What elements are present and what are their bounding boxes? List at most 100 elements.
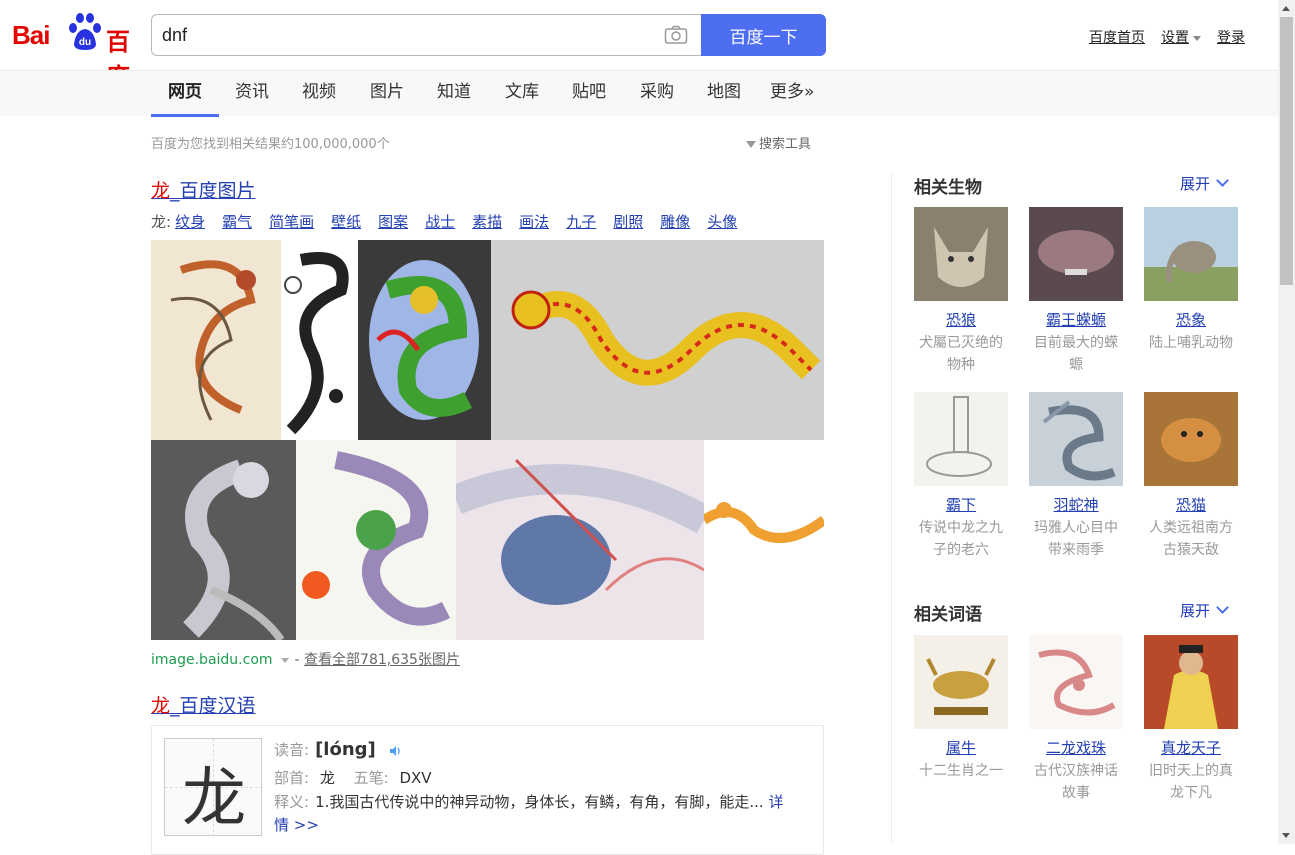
- dragon-image[interactable]: [151, 440, 296, 640]
- related-name[interactable]: 恐狼: [914, 309, 1008, 330]
- related-name[interactable]: 霸王蝾螈: [1029, 309, 1123, 330]
- header: Bai du 百度 百度一下 百度首页 设置 登录: [0, 0, 1278, 91]
- related-words-heading: 相关词语: [914, 605, 982, 625]
- related-image[interactable]: [1029, 207, 1123, 301]
- filter-icon: [746, 141, 756, 148]
- related-name[interactable]: 羽蛇神: [1029, 494, 1123, 515]
- expand-button[interactable]: 展开: [1180, 600, 1229, 621]
- related-image[interactable]: [914, 635, 1008, 729]
- scroll-up-icon[interactable]: [1282, 6, 1290, 11]
- tab-web[interactable]: 网页: [151, 71, 219, 117]
- related-image[interactable]: [1029, 392, 1123, 486]
- chevron-down-icon: [1216, 601, 1229, 614]
- top-links: 百度首页 设置 登录: [1089, 27, 1245, 47]
- tab-images[interactable]: 图片: [370, 71, 404, 117]
- related-image[interactable]: [1144, 207, 1238, 301]
- related-name[interactable]: 霸下: [914, 494, 1008, 515]
- dragon-image[interactable]: [358, 240, 491, 440]
- related-image[interactable]: [1029, 635, 1123, 729]
- radical-value: 龙: [319, 769, 335, 787]
- tab-news[interactable]: 资讯: [235, 71, 269, 117]
- tab-zhidao[interactable]: 知道: [437, 71, 471, 117]
- tab-tieba[interactable]: 贴吧: [572, 71, 606, 117]
- result-title-images[interactable]: 龙_百度图片: [151, 176, 256, 203]
- chevron-down-icon: [1193, 35, 1201, 41]
- pronunciation-row: 读音: [lóng]: [274, 739, 401, 760]
- wubi-label: 五笔:: [353, 769, 389, 787]
- character-box: 龙: [164, 738, 263, 837]
- related-name[interactable]: 恐象: [1144, 309, 1238, 330]
- tag-link[interactable]: 霸气: [222, 211, 252, 232]
- related-image[interactable]: [1144, 635, 1238, 729]
- tag-link[interactable]: 剧照: [613, 211, 643, 232]
- related-item[interactable]: 恐狼 犬屬已灭绝的物种: [914, 207, 1008, 376]
- camera-icon[interactable]: [664, 25, 688, 45]
- tag-link[interactable]: 头像: [707, 211, 737, 232]
- tag-link[interactable]: 素描: [472, 211, 502, 232]
- related-item[interactable]: 二龙戏珠 古代汉族神话故事: [1029, 635, 1123, 804]
- related-item[interactable]: 恐猫 人类远祖南方古猿天敌: [1144, 392, 1238, 561]
- related-desc: 人类远祖南方古猿天敌: [1149, 520, 1233, 558]
- expand-button[interactable]: 展开: [1180, 173, 1229, 194]
- dragon-image[interactable]: [151, 240, 281, 440]
- speaker-icon[interactable]: [389, 745, 401, 757]
- related-image[interactable]: [914, 392, 1008, 486]
- dragon-image[interactable]: [281, 240, 358, 440]
- search-button[interactable]: 百度一下: [701, 14, 826, 56]
- dragon-image[interactable]: [704, 440, 824, 640]
- link-settings[interactable]: 设置: [1161, 30, 1189, 46]
- def-label: 释义:: [274, 793, 310, 811]
- related-name[interactable]: 二龙戏珠: [1029, 737, 1123, 758]
- dragon-image[interactable]: [491, 240, 824, 440]
- tag-link[interactable]: 战士: [425, 211, 455, 232]
- search-tools[interactable]: 搜索工具: [746, 133, 811, 152]
- related-desc: 犬屬已灭绝的物种: [919, 335, 1003, 373]
- settings-menu[interactable]: 设置: [1161, 27, 1201, 47]
- tag-link[interactable]: 雕像: [660, 211, 690, 232]
- tag-link[interactable]: 九子: [566, 211, 596, 232]
- search-input[interactable]: [162, 23, 642, 47]
- tag-link[interactable]: 图案: [378, 211, 408, 232]
- related-item[interactable]: 霸王蝾螈 目前最大的蝾螈: [1029, 207, 1123, 376]
- scrollbar-thumb[interactable]: [1280, 17, 1293, 285]
- related-item[interactable]: 属牛 十二生肖之一: [914, 635, 1008, 782]
- related-item[interactable]: 真龙天子 旧时天上的真龙下凡: [1144, 635, 1238, 804]
- tag-link[interactable]: 纹身: [175, 211, 205, 232]
- tab-wenku[interactable]: 文库: [505, 71, 539, 117]
- source-url[interactable]: image.baidu.com: [151, 652, 273, 668]
- related-item[interactable]: 霸下 传说中龙之九子的老六: [914, 392, 1008, 561]
- tag-link[interactable]: 简笔画: [269, 211, 314, 232]
- related-image[interactable]: [1144, 392, 1238, 486]
- result-title-hanyu[interactable]: 龙_百度汉语: [151, 691, 256, 718]
- related-image[interactable]: [914, 207, 1008, 301]
- link-login[interactable]: 登录: [1217, 27, 1245, 47]
- paw-logo-icon: du: [69, 13, 101, 50]
- view-all-images-link[interactable]: 查看全部781,635张图片: [304, 652, 460, 668]
- tag-link[interactable]: 画法: [519, 211, 549, 232]
- related-item[interactable]: 羽蛇神 玛雅人心目中带来雨季: [1029, 392, 1123, 561]
- related-desc: 目前最大的蝾螈: [1034, 335, 1118, 373]
- dragon-image[interactable]: [296, 440, 456, 640]
- link-baidu-home[interactable]: 百度首页: [1089, 27, 1145, 47]
- search-tabs: 网页 资讯 视频 图片 知道 文库 贴吧 采购 地图 更多»: [0, 70, 1278, 117]
- related-name[interactable]: 恐猫: [1144, 494, 1238, 515]
- related-creatures-heading: 相关生物: [914, 178, 982, 198]
- related-item[interactable]: 恐象 陆上哺乳动物: [1144, 207, 1238, 354]
- scroll-down-icon[interactable]: [1282, 833, 1290, 838]
- radical-row: 部首: 龙 五笔: DXV: [274, 767, 432, 788]
- chevron-down-icon: [1216, 174, 1229, 187]
- chevron-down-icon[interactable]: [280, 657, 289, 663]
- baidu-logo[interactable]: Bai du 百度: [12, 10, 142, 91]
- tab-shopping[interactable]: 采购: [640, 71, 674, 117]
- tab-video[interactable]: 视频: [302, 71, 336, 117]
- related-desc: 传说中龙之九子的老六: [919, 520, 1003, 558]
- column-divider: [891, 173, 892, 843]
- dragon-image[interactable]: [456, 440, 704, 640]
- related-name[interactable]: 真龙天子: [1144, 737, 1238, 758]
- scrollbar[interactable]: [1278, 0, 1295, 844]
- tag-link[interactable]: 壁纸: [331, 211, 361, 232]
- tab-map[interactable]: 地图: [707, 71, 741, 117]
- tab-more[interactable]: 更多»: [770, 71, 814, 117]
- related-name[interactable]: 属牛: [914, 737, 1008, 758]
- related-desc: 古代汉族神话故事: [1034, 763, 1118, 801]
